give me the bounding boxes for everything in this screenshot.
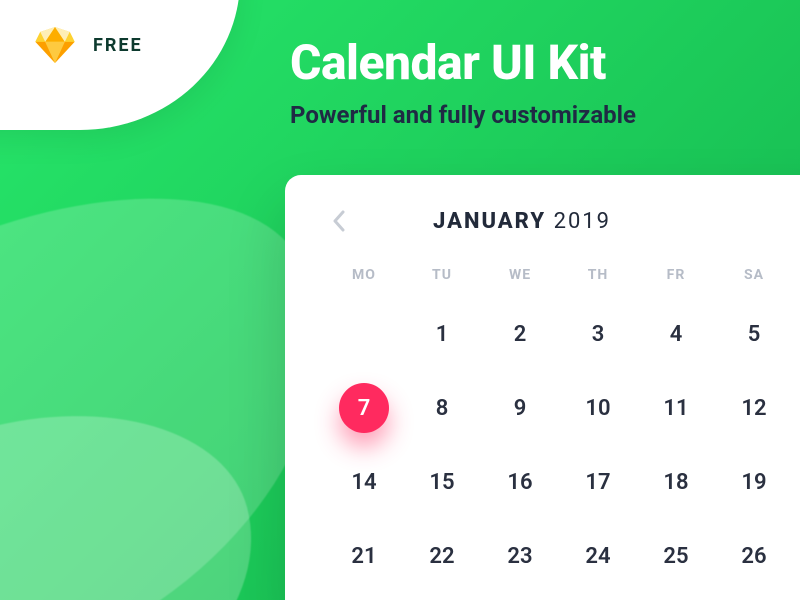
calendar-day[interactable]: 16 bbox=[481, 459, 559, 505]
calendar-week-row: 7 8 9 10 11 12 bbox=[325, 385, 800, 431]
prev-month-button[interactable] bbox=[325, 207, 353, 235]
calendar-day[interactable]: 1 bbox=[403, 311, 481, 357]
calendar-week-row: 21 22 23 24 25 26 bbox=[325, 533, 800, 579]
calendar-day[interactable]: 23 bbox=[481, 533, 559, 579]
calendar-day[interactable]: 2 bbox=[481, 311, 559, 357]
calendar-day[interactable]: 8 bbox=[403, 385, 481, 431]
weekday-header: FR bbox=[637, 267, 715, 283]
calendar-day[interactable]: 18 bbox=[637, 459, 715, 505]
calendar-day[interactable]: 9 bbox=[481, 385, 559, 431]
sketch-diamond-icon bbox=[35, 27, 75, 63]
free-label: FREE bbox=[93, 35, 143, 56]
month-year-label: JANUARY 2019 bbox=[433, 209, 611, 234]
calendar-day[interactable]: 3 bbox=[559, 311, 637, 357]
calendar-day[interactable]: 25 bbox=[637, 533, 715, 579]
calendar-day[interactable]: 14 bbox=[325, 459, 403, 505]
weekday-header: TU bbox=[403, 267, 481, 283]
calendar-day[interactable]: 10 bbox=[559, 385, 637, 431]
calendar-day[interactable]: 4 bbox=[637, 311, 715, 357]
calendar-day[interactable]: 26 bbox=[715, 533, 793, 579]
calendar-day[interactable]: 15 bbox=[403, 459, 481, 505]
calendar-week-row: 14 15 16 17 18 19 bbox=[325, 459, 800, 505]
promo-canvas: FREE Calendar UI Kit Powerful and fully … bbox=[0, 0, 800, 600]
calendar-day-selected[interactable]: 7 bbox=[325, 385, 403, 431]
year-value: 2019 bbox=[554, 209, 611, 234]
calendar-day[interactable]: 21 bbox=[325, 533, 403, 579]
calendar-header: JANUARY 2019 bbox=[325, 207, 800, 235]
headline: Calendar UI Kit Powerful and fully custo… bbox=[290, 34, 636, 129]
weekday-header: WE bbox=[481, 267, 559, 283]
chevron-left-icon bbox=[332, 210, 346, 232]
calendar-day[interactable]: 11 bbox=[637, 385, 715, 431]
weekday-header-row: MO TU WE TH FR SA bbox=[325, 267, 800, 283]
page-title: Calendar UI Kit bbox=[290, 34, 636, 91]
calendar-day[interactable]: 17 bbox=[559, 459, 637, 505]
weekday-header: MO bbox=[325, 267, 403, 283]
calendar-day[interactable]: 19 bbox=[715, 459, 793, 505]
calendar-day[interactable]: 22 bbox=[403, 533, 481, 579]
calendar-week-row: 1 2 3 4 5 bbox=[325, 311, 800, 357]
calendar-day[interactable]: 24 bbox=[559, 533, 637, 579]
calendar-day[interactable]: 12 bbox=[715, 385, 793, 431]
month-name: JANUARY bbox=[433, 209, 546, 234]
calendar-card: JANUARY 2019 MO TU WE TH FR SA 1 2 3 4 5… bbox=[285, 175, 800, 600]
free-badge: FREE bbox=[0, 0, 240, 130]
weekday-header: TH bbox=[559, 267, 637, 283]
weekday-header: SA bbox=[715, 267, 793, 283]
calendar-day bbox=[325, 311, 403, 357]
page-subtitle: Powerful and fully customizable bbox=[290, 101, 636, 129]
calendar-day[interactable]: 5 bbox=[715, 311, 793, 357]
